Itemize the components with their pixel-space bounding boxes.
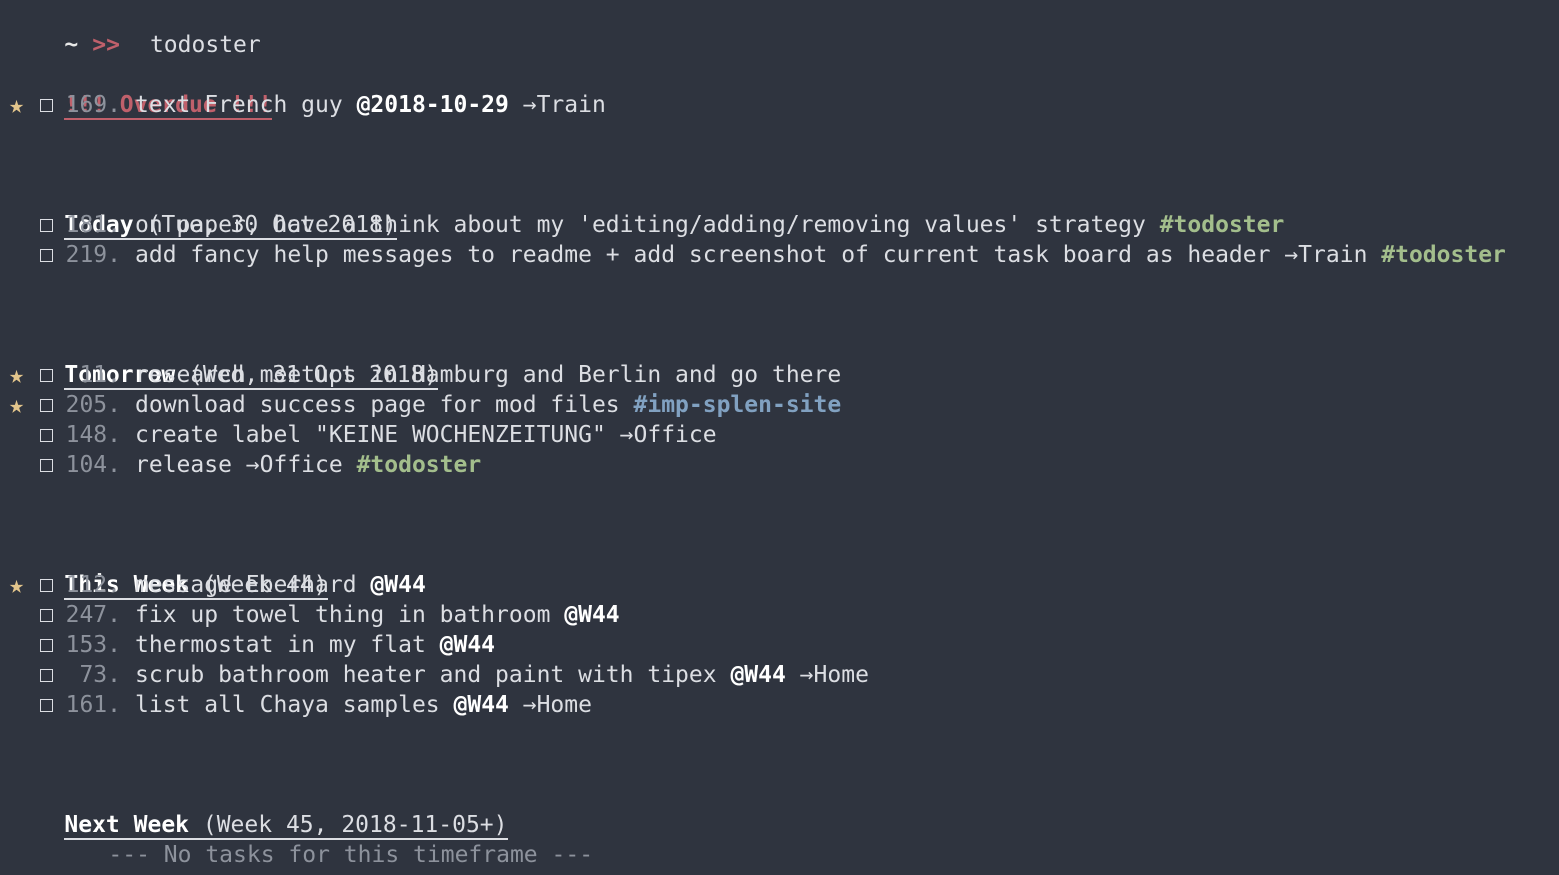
task-checkbox[interactable]: [40, 458, 53, 472]
task-text: download success page for mod files: [135, 392, 634, 418]
task-number: 169.: [65, 92, 121, 118]
star-icon: ★: [9, 360, 25, 389]
task-checkbox[interactable]: [40, 368, 53, 382]
task-checkbox[interactable]: [40, 698, 53, 712]
star-icon: ★: [9, 390, 25, 419]
task-due-date: @W44: [370, 572, 426, 598]
task-tag: #imp-splen-site: [633, 392, 842, 418]
task-text: fix up towel thing in bathroom: [135, 602, 565, 628]
task-context: →Train: [1284, 242, 1382, 268]
task-text: add fancy help messages to readme + add …: [135, 242, 1285, 268]
task-row: ★ 11. research meetups in Hamburg and Berl…: [9, 360, 1554, 390]
tomorrow-section-header: Tomorrow (Wed, 31 Oct 2018): [9, 330, 1554, 390]
prompt-tilde: ~: [64, 32, 79, 58]
task-row: 181. on paper, have a think about my 'edi…: [9, 210, 1554, 240]
task-row: 247. fix up towel thing in bathroom @W44: [9, 600, 1554, 630]
task-context: →Office: [619, 422, 717, 448]
task-checkbox[interactable]: [40, 98, 53, 112]
task-text: message Eberhard: [135, 572, 371, 598]
task-number: 219.: [65, 242, 121, 268]
task-context: →Train: [508, 92, 606, 118]
task-row: ★ 169. text French guy @2018-10-29 →Train: [9, 90, 1554, 120]
task-row: ★ 205. download success page for mod files…: [9, 390, 1554, 420]
task-text: list all Chaya samples: [135, 692, 454, 718]
task-number: 104.: [65, 452, 121, 478]
task-due-date: @W44: [564, 602, 620, 628]
task-checkbox[interactable]: [40, 428, 53, 442]
task-due-date: @W44: [730, 662, 786, 688]
task-text: scrub bathroom heater and paint with tip…: [135, 662, 731, 688]
overdue-section-header: !!! Overdue !!!: [9, 60, 1554, 120]
task-tag: #todoster: [1381, 242, 1506, 268]
task-context: →Home: [785, 662, 869, 688]
task-text: on paper, have a think about my 'editing…: [135, 212, 1160, 238]
task-number: 161.: [65, 692, 121, 718]
task-number: 247.: [65, 602, 121, 628]
task-tag: #todoster: [356, 452, 482, 478]
task-context: →Office: [245, 452, 357, 478]
task-number: 181.: [65, 212, 121, 238]
empty-timeframe-message: --- No tasks for this timeframe ---: [9, 810, 1554, 868]
empty-message-text: --- No tasks for this timeframe ---: [108, 842, 594, 868]
task-checkbox[interactable]: [40, 578, 53, 592]
task-row: 161. list all Chaya samples @W44 →Home: [9, 690, 1554, 720]
task-text: thermostat in my flat: [135, 632, 440, 658]
star-icon: ★: [9, 570, 25, 599]
task-checkbox[interactable]: [40, 398, 53, 412]
task-row: ★ 112. message Eberhard @W44: [9, 570, 1554, 600]
task-tag: #todoster: [1159, 212, 1285, 238]
task-row: 73. scrub bathroom heater and paint with …: [9, 660, 1554, 690]
task-checkbox[interactable]: [40, 248, 53, 262]
prompt-line: ~ >> todoster: [9, 0, 1554, 58]
task-text: research meetups in Hamburg and Berlin a…: [135, 362, 842, 388]
task-checkbox[interactable]: [40, 668, 53, 682]
task-number: 112.: [65, 572, 121, 598]
next-week-section-header: Next Week (Week 45, 2018-11-05+): [9, 780, 1554, 840]
today-section-header: Today (Tue, 30 Oct 2018): [9, 180, 1554, 240]
task-checkbox[interactable]: [40, 218, 53, 232]
task-row: 148. create label "KEINE WOCHENZEITUNG" →…: [9, 420, 1554, 450]
task-text: create label "KEINE WOCHENZEITUNG": [135, 422, 620, 448]
task-number: 148.: [65, 422, 121, 448]
task-text: text French guy: [135, 92, 357, 118]
prompt-arrow: >>: [92, 32, 120, 58]
task-row: 153. thermostat in my flat @W44: [9, 630, 1554, 660]
task-due-date: @W44: [439, 632, 496, 658]
task-due-date: @W44: [453, 692, 509, 718]
task-context: →Home: [508, 692, 592, 718]
task-number: 153.: [65, 632, 121, 658]
terminal: ~ >> todoster !!! Overdue !!! ★ 169. text Fr…: [9, 0, 1554, 868]
star-icon: ★: [9, 90, 25, 119]
task-checkbox[interactable]: [40, 638, 53, 652]
prompt-command: todoster: [149, 32, 261, 58]
task-number: 73.: [79, 662, 121, 688]
task-number: 205.: [65, 392, 121, 418]
task-checkbox[interactable]: [40, 608, 53, 622]
task-due-date: @2018-10-29: [356, 92, 509, 118]
this-week-section-header: This Week (Week 44): [9, 540, 1554, 600]
task-text: release: [135, 452, 246, 478]
task-row: 104. release →Office #todoster: [9, 450, 1554, 480]
task-row: 219. add fancy help messages to readme + …: [9, 240, 1554, 270]
task-number: 11.: [79, 362, 121, 388]
